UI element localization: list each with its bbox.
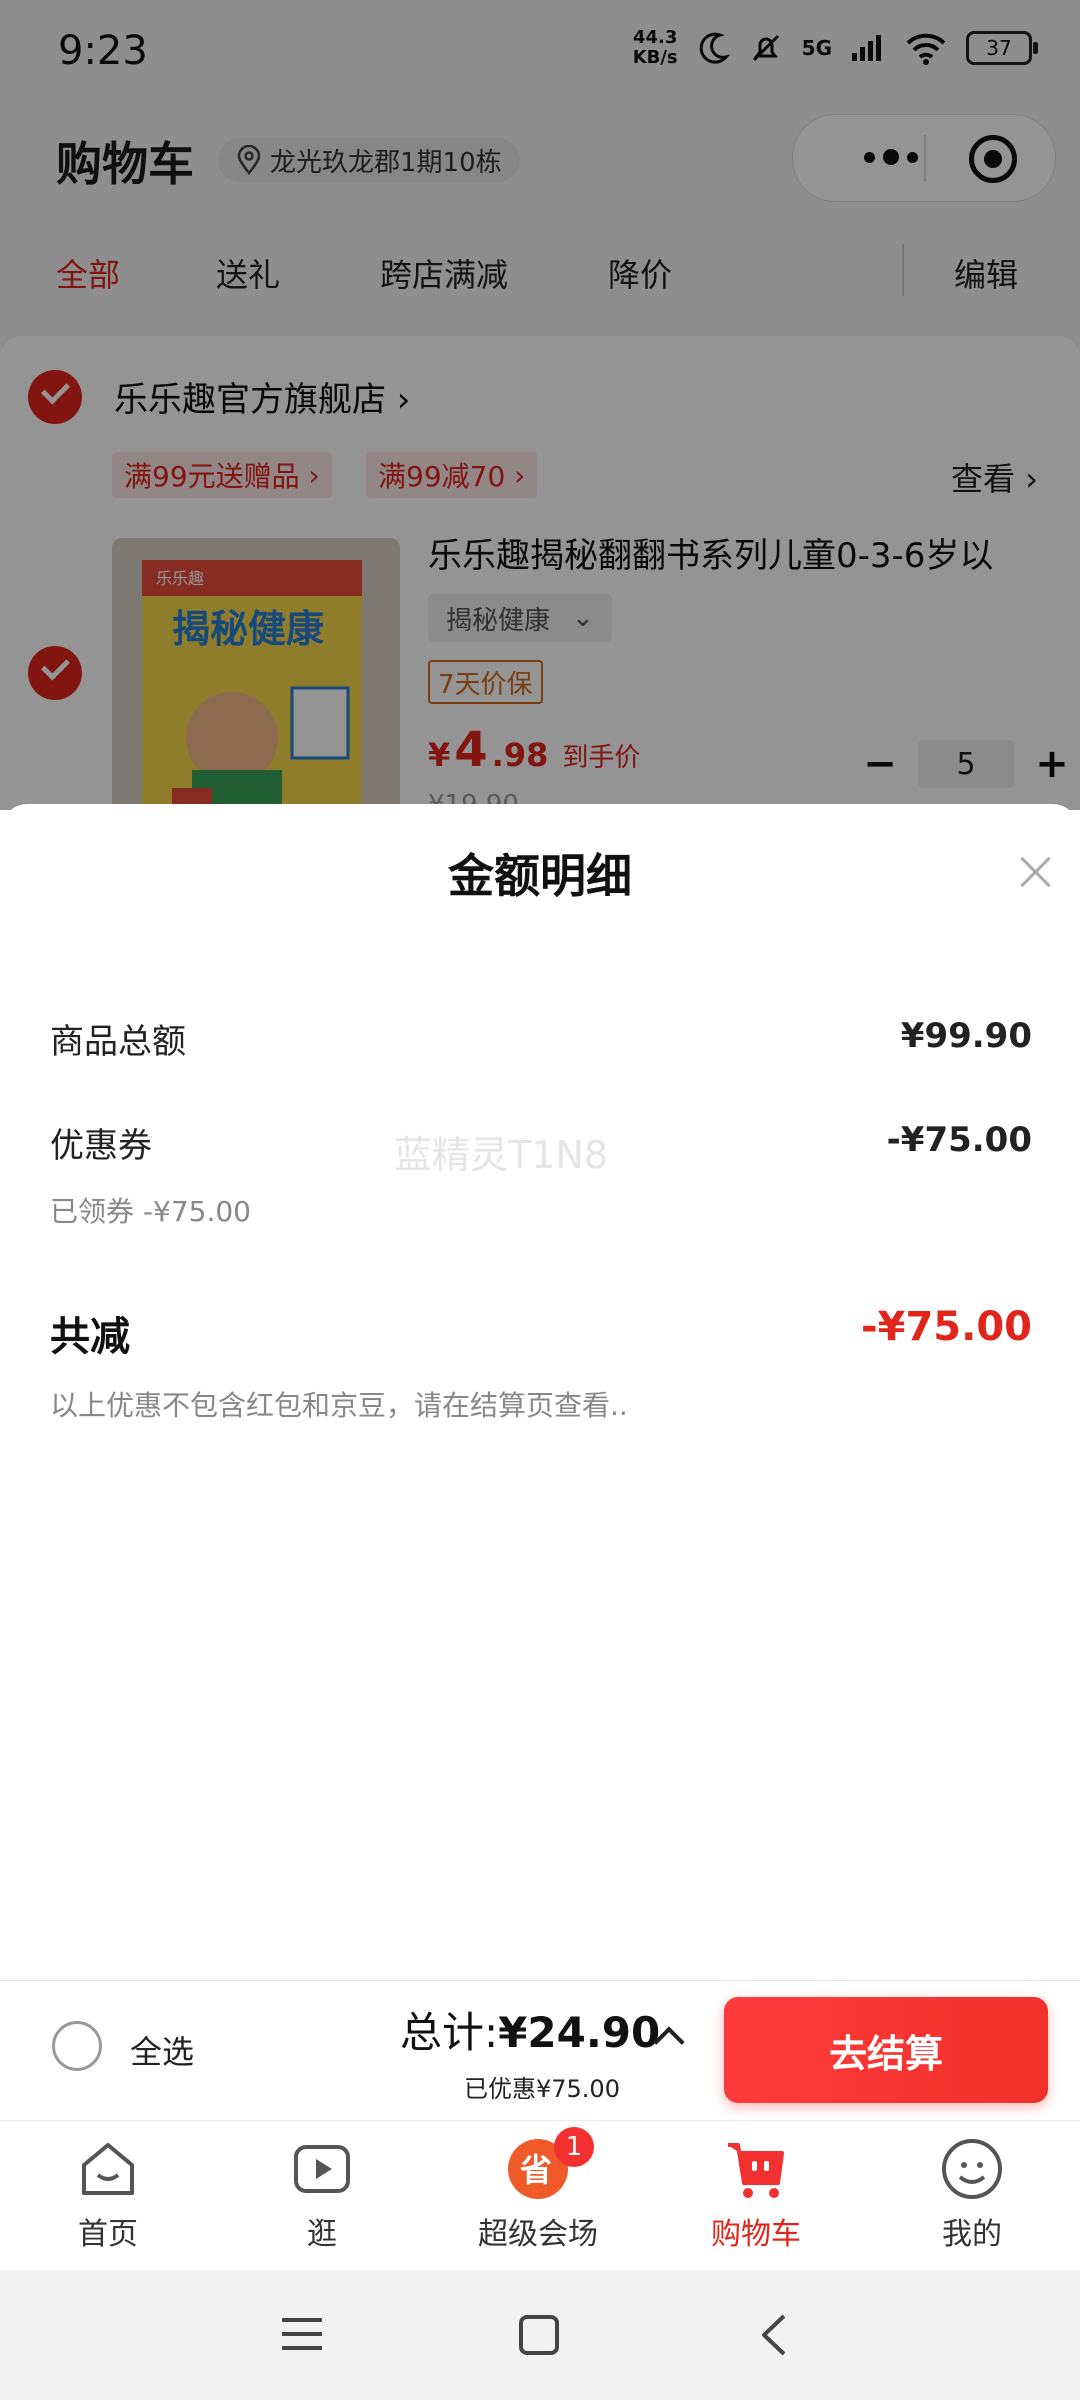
tab-super-venue[interactable]: 省 1 超级会场 xyxy=(438,2127,638,2253)
cart-icon xyxy=(728,2143,784,2198)
total-price: 总计:¥24.90 xyxy=(400,2008,661,2057)
home-icon xyxy=(82,2143,134,2195)
home-square-icon[interactable] xyxy=(518,2314,560,2356)
tab-explore[interactable]: 逛 xyxy=(222,2137,422,2253)
total-reduction-label: 共减 xyxy=(50,1314,130,1360)
coupon-claimed-text: 已领券 -¥75.00 xyxy=(50,1195,251,1228)
goods-total-value: ¥99.90 xyxy=(900,1016,1032,1056)
system-navigation-bar xyxy=(0,2270,1080,2400)
checkout-button[interactable]: 去结算 xyxy=(724,1997,1048,2103)
goods-total-label: 商品总额 xyxy=(50,1022,186,1062)
coupon-label: 优惠券 xyxy=(50,1126,152,1166)
svg-text:省: 省 xyxy=(520,2151,552,2189)
tab-profile[interactable]: 我的 xyxy=(872,2137,1072,2253)
select-all-radio[interactable] xyxy=(52,2021,102,2071)
discount-disclaimer: 以上优惠不包含红包和京豆，请在结算页查看.. xyxy=(50,1389,628,1422)
saved-amount: 已优惠¥75.00 xyxy=(464,2075,620,2103)
modal-overlay[interactable] xyxy=(0,0,1080,810)
sheet-title: 金额明细 xyxy=(448,849,632,903)
video-icon xyxy=(294,2145,350,2193)
close-icon[interactable] xyxy=(1016,852,1056,892)
tab-home[interactable]: 首页 xyxy=(8,2137,208,2253)
bottom-tab-bar: 首页 逛 省 1 超级会场 购物车 我的 xyxy=(0,2120,1080,2271)
profile-icon xyxy=(942,2139,1002,2199)
watermark-text: 蓝精灵T1N8 xyxy=(394,1133,608,1177)
checkout-bar: 全选 总计:¥24.90 已优惠¥75.00 去结算 xyxy=(0,1980,1080,2121)
total-reduction-value: -¥75.00 xyxy=(861,1304,1032,1350)
coupon-value: -¥75.00 xyxy=(886,1120,1032,1160)
back-arrow-icon[interactable] xyxy=(756,2312,792,2358)
notification-badge: 1 xyxy=(554,2127,594,2167)
tab-cart[interactable]: 购物车 xyxy=(656,2137,856,2253)
select-all-label[interactable]: 全选 xyxy=(130,2027,194,2073)
menu-icon[interactable] xyxy=(280,2314,324,2354)
amount-detail-sheet: 金额明细 商品总额 ¥99.90 优惠券 -¥75.00 已领券 -¥75.00… xyxy=(0,804,1080,1980)
